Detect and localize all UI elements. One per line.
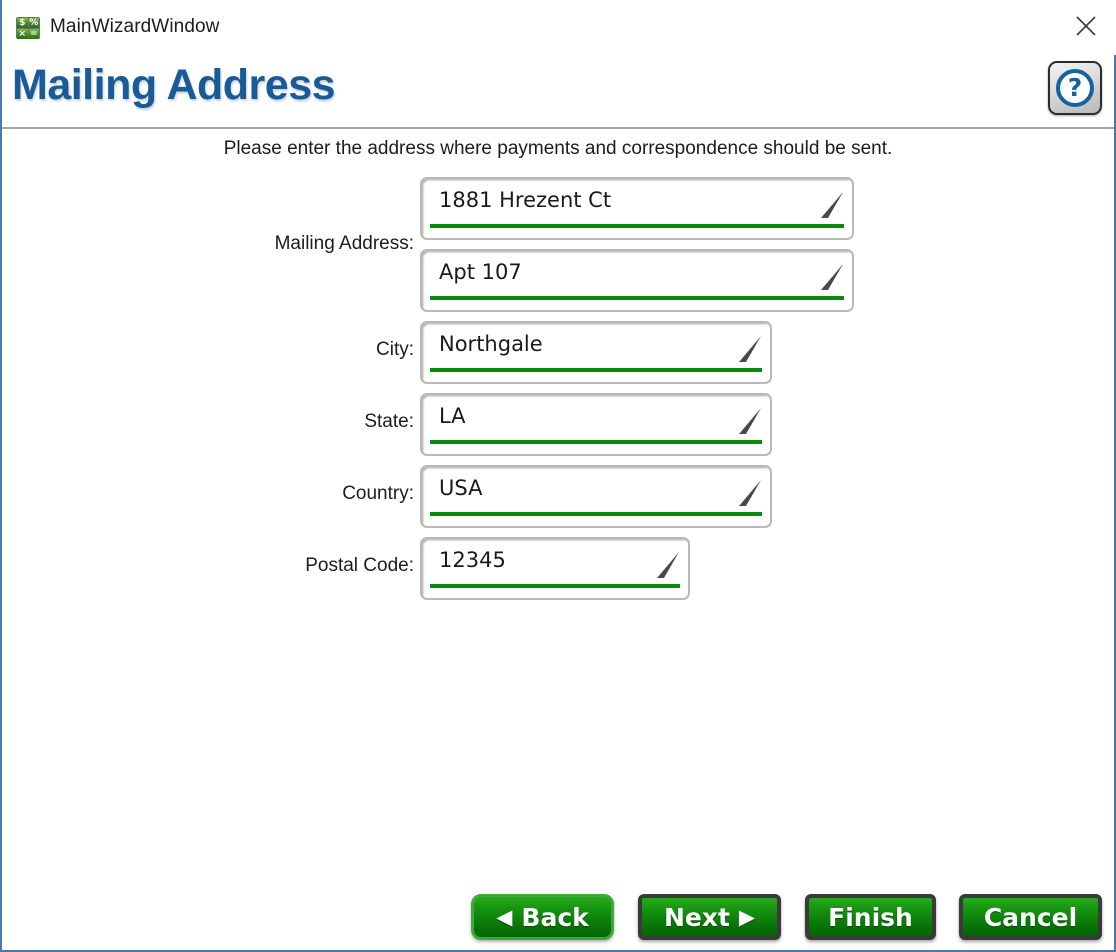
next-button-label: Next [663,902,730,932]
input-mailing-address-underline [430,224,844,228]
help-button[interactable]: ? [1048,61,1102,115]
input-country-underline [430,512,762,516]
label-country: Country: [342,483,414,504]
cancel-button-label: Cancel [983,902,1078,932]
input-state-underline [430,440,762,444]
calculator-icon-dollar: $ [17,18,28,28]
input-postal-code-value: 12345 [439,548,506,572]
back-button-label: Back [521,902,589,932]
input-mailing-address-line2-value: Apt 107 [439,260,522,284]
form-content: Please enter the address where payments … [2,129,1114,950]
close-button[interactable] [1064,6,1108,46]
calculator-icon: $ % × = [16,17,40,39]
label-postal-code: Postal Code: [305,555,414,576]
label-state: State: [364,411,414,432]
input-city-underline [430,368,762,372]
resize-handle-icon [739,336,761,362]
input-country[interactable]: USA [420,465,772,528]
input-mailing-address-value: 1881 Hrezent Ct [439,188,612,212]
right-arrow-icon: ▶ [738,904,756,929]
next-button[interactable]: Next ▶ [638,894,781,940]
label-mailing-address: Mailing Address: [274,233,414,254]
input-state[interactable]: LA [420,393,772,456]
finish-button[interactable]: Finish [805,894,936,940]
input-mailing-address-line2-underline [430,296,844,300]
resize-handle-icon [821,264,843,290]
resize-handle-icon [739,480,761,506]
page-header: Mailing Address ? [2,55,1114,129]
finish-button-label: Finish [828,902,913,932]
cancel-button[interactable]: Cancel [959,894,1102,940]
input-mailing-address[interactable]: 1881 Hrezent Ct [420,177,854,240]
resize-handle-icon [739,408,761,434]
calculator-icon-percent: % [28,18,39,28]
wizard-window: $ % × = MainWizardWindow Mailing Address… [0,0,1116,952]
input-state-value: LA [439,404,466,428]
instruction-text: Please enter the address where payments … [223,138,893,159]
calculator-icon-equals: = [28,29,39,39]
input-mailing-address-line2[interactable]: Apt 107 [420,249,854,312]
resize-handle-icon [657,552,679,578]
resize-handle-icon [821,192,843,218]
title-bar: $ % × = MainWizardWindow [2,0,1116,55]
input-city[interactable]: Northgale [420,321,772,384]
back-button[interactable]: ◀ Back [471,894,614,940]
window-title: MainWizardWindow [50,16,220,37]
wizard-button-bar: ◀ Back Next ▶ Finish Cancel [2,880,1114,950]
input-country-value: USA [439,476,483,500]
calculator-icon-times: × [17,29,28,39]
input-city-value: Northgale [439,332,543,356]
close-icon [1076,16,1096,36]
question-mark-icon: ? [1056,69,1094,107]
page-title: Mailing Address [12,61,336,109]
label-city: City: [376,339,414,360]
input-postal-code[interactable]: 12345 [420,537,690,600]
input-postal-code-underline [430,584,680,588]
left-arrow-icon: ◀ [496,904,513,929]
